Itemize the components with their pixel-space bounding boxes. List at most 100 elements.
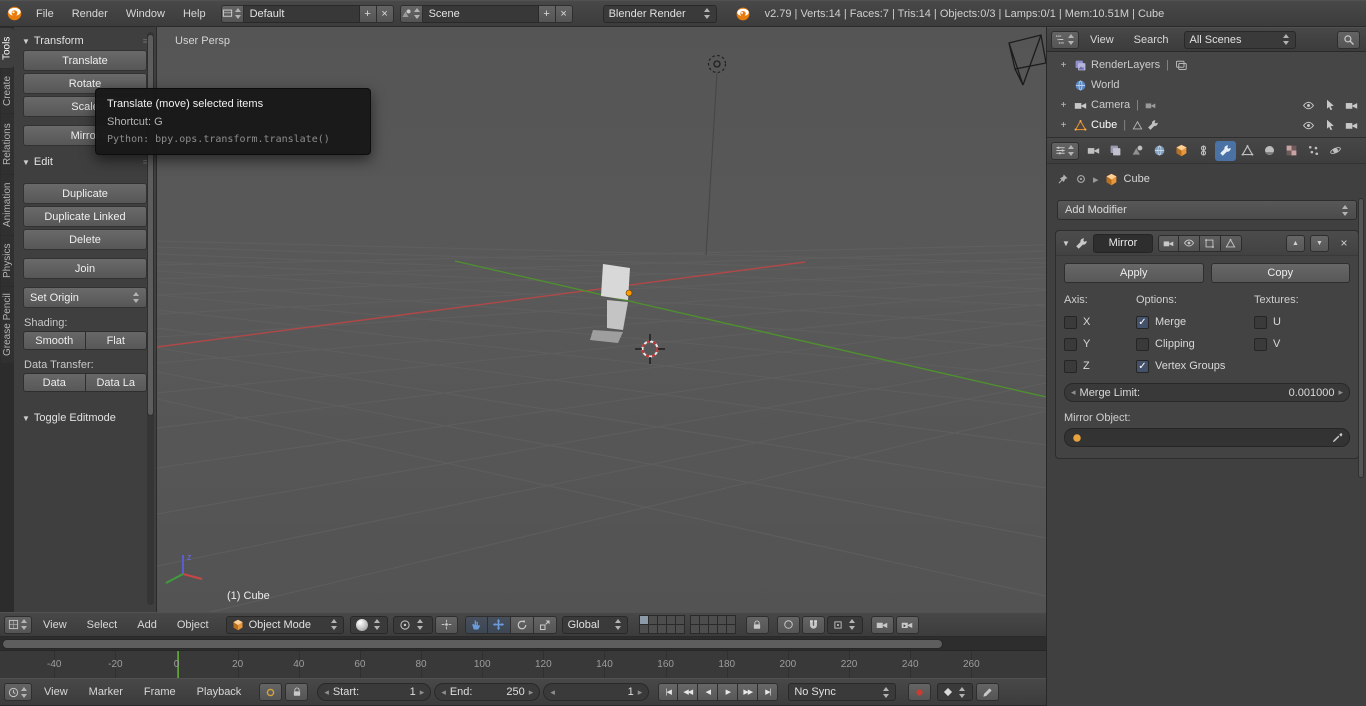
layer-cell[interactable] (708, 616, 717, 624)
layer-cell[interactable] (717, 625, 726, 633)
layer-cell[interactable] (639, 616, 648, 624)
outliner-item-label[interactable]: Cube (1091, 119, 1117, 131)
checkbox-texture-v[interactable]: ✓ V (1254, 333, 1350, 355)
play-reverse-button[interactable]: ◀ (698, 683, 719, 701)
layer-cell[interactable] (657, 625, 666, 633)
outliner-row-renderlayers[interactable]: + RenderLayers | (1047, 55, 1366, 75)
mode-dropdown[interactable]: Object Mode (225, 615, 344, 634)
tab-object[interactable] (1171, 141, 1192, 161)
outliner-item-label[interactable]: Camera (1091, 99, 1130, 111)
increment-icon[interactable]: ▸ (529, 687, 534, 698)
decrement-icon[interactable]: ◂ (1071, 387, 1076, 398)
tab-material[interactable] (1259, 141, 1280, 161)
menu-help[interactable]: Help (174, 1, 215, 26)
pin-icon[interactable] (1057, 173, 1069, 185)
editor-type-selector-3dview[interactable] (4, 615, 32, 634)
expand-icon[interactable]: + (1057, 100, 1070, 111)
outliner-row-cube[interactable]: + Cube | (1047, 115, 1366, 135)
opengl-render-anim-button[interactable] (895, 615, 919, 634)
object-data-icon[interactable] (1075, 173, 1087, 185)
menu-select[interactable]: Select (78, 613, 127, 636)
decrement-icon[interactable]: ◂ (550, 687, 555, 698)
snap-element-dropdown[interactable] (826, 615, 863, 634)
play-button[interactable]: ▶ (718, 683, 739, 701)
transform-orientation-dropdown[interactable]: Global (561, 615, 628, 634)
auto-keyframe-toggle[interactable] (259, 683, 283, 701)
checkbox-axis-y[interactable]: ✓ Y (1064, 333, 1136, 355)
layer-cell[interactable] (726, 625, 735, 633)
manipulator-toggle-button[interactable] (464, 615, 488, 634)
lock-to-scene-toggle[interactable] (745, 615, 769, 634)
renderability-camera-icon[interactable] (1345, 99, 1358, 112)
duplicate-linked-button[interactable]: Duplicate Linked (23, 206, 147, 227)
pivot-align-toggle[interactable] (434, 615, 458, 634)
timeline-ruler[interactable]: -40 -20 0 20 40 60 80 100 120 140 160 180 200 220 240 2… (0, 651, 1046, 678)
breadcrumb-object-label[interactable]: Cube (1124, 173, 1150, 185)
rotate-manipulator-button[interactable] (510, 615, 534, 634)
prev-keyframe-button[interactable]: ◀◀ (678, 683, 699, 701)
blender-app-icon[interactable] (6, 5, 23, 22)
layer-cell[interactable] (690, 625, 699, 633)
transform-panel-header[interactable]: ▼ Transform ≡ (14, 31, 156, 50)
menu-playback[interactable]: Playback (188, 679, 251, 705)
layer-cell[interactable] (699, 625, 708, 633)
tab-world[interactable] (1149, 141, 1170, 161)
display-realtime-toggle[interactable] (1178, 234, 1200, 252)
frame-start-field[interactable]: ◂ Start: 1 ▸ (317, 683, 432, 701)
tab-render-layers[interactable] (1105, 141, 1126, 161)
menu-file[interactable]: File (27, 1, 63, 26)
properties-scrollbar[interactable] (1358, 198, 1364, 478)
set-origin-dropdown[interactable]: Set Origin (23, 287, 147, 308)
tab-grease-pencil[interactable]: Grease Pencil (1, 287, 14, 363)
screen-name-field[interactable]: Default (243, 4, 360, 23)
checkbox-axis-x[interactable]: ✓ X (1064, 311, 1136, 333)
copy-button[interactable]: Copy (1210, 263, 1350, 283)
tab-create[interactable]: Create (1, 69, 14, 113)
pivot-point-dropdown[interactable] (392, 615, 433, 634)
move-modifier-up-button[interactable]: ▲ (1286, 234, 1305, 252)
modifier-name-field[interactable]: Mirror (1092, 233, 1153, 253)
tab-data[interactable] (1237, 141, 1258, 161)
tab-render[interactable] (1083, 141, 1104, 161)
menu-object[interactable]: Object (168, 613, 218, 636)
outliner-search-button[interactable] (1337, 30, 1360, 49)
tab-animation[interactable]: Animation (1, 175, 14, 235)
current-frame-field[interactable]: ◂ 1 ▸ (543, 683, 650, 701)
menu-marker[interactable]: Marker (80, 679, 132, 705)
scene-name-field[interactable]: Scene (422, 4, 539, 23)
data-layout-button[interactable]: Data La (84, 373, 147, 392)
editor-type-selector-timeline[interactable] (4, 683, 32, 701)
timeline-scrollbar-handle[interactable] (2, 639, 943, 649)
layer-cell[interactable] (639, 625, 648, 633)
translate-manipulator-button[interactable] (487, 615, 511, 634)
decrement-icon[interactable]: ◂ (441, 687, 446, 698)
layer-cell[interactable] (648, 616, 657, 624)
layer-cell[interactable] (666, 625, 675, 633)
outliner-item-label[interactable]: RenderLayers (1091, 59, 1160, 71)
checkbox-axis-z[interactable]: ✓ Z (1064, 355, 1136, 377)
screen-add-button[interactable]: + (359, 4, 377, 23)
expand-icon[interactable]: + (1057, 60, 1070, 71)
translate-button[interactable]: Translate (23, 50, 147, 71)
data-button[interactable]: Data (23, 373, 85, 392)
layer-cell[interactable] (717, 616, 726, 624)
tab-constraints[interactable] (1193, 141, 1214, 161)
visibility-eye-icon[interactable] (1302, 119, 1315, 132)
layer-cell[interactable] (648, 625, 657, 633)
tab-modifiers[interactable] (1215, 140, 1236, 161)
render-engine-dropdown[interactable]: Blender Render (602, 4, 717, 23)
checkbox-merge[interactable]: ✓ Merge (1136, 311, 1254, 333)
proportional-edit-button[interactable] (776, 615, 800, 634)
outliner-filter-dropdown[interactable]: All Scenes (1183, 30, 1296, 49)
menu-render[interactable]: Render (63, 1, 117, 26)
menu-view[interactable]: View (1081, 28, 1123, 51)
visibility-eye-icon[interactable] (1302, 99, 1315, 112)
layer-cell[interactable] (657, 616, 666, 624)
layer-cell[interactable] (690, 616, 699, 624)
move-modifier-down-button[interactable]: ▼ (1310, 234, 1329, 252)
layered-record-toggle[interactable] (285, 683, 309, 701)
add-modifier-dropdown[interactable]: Add Modifier (1057, 200, 1357, 220)
layer-cell[interactable] (666, 616, 675, 624)
editor-type-selector-outliner[interactable] (1051, 30, 1079, 49)
collapse-icon[interactable]: ▼ (1062, 239, 1070, 248)
